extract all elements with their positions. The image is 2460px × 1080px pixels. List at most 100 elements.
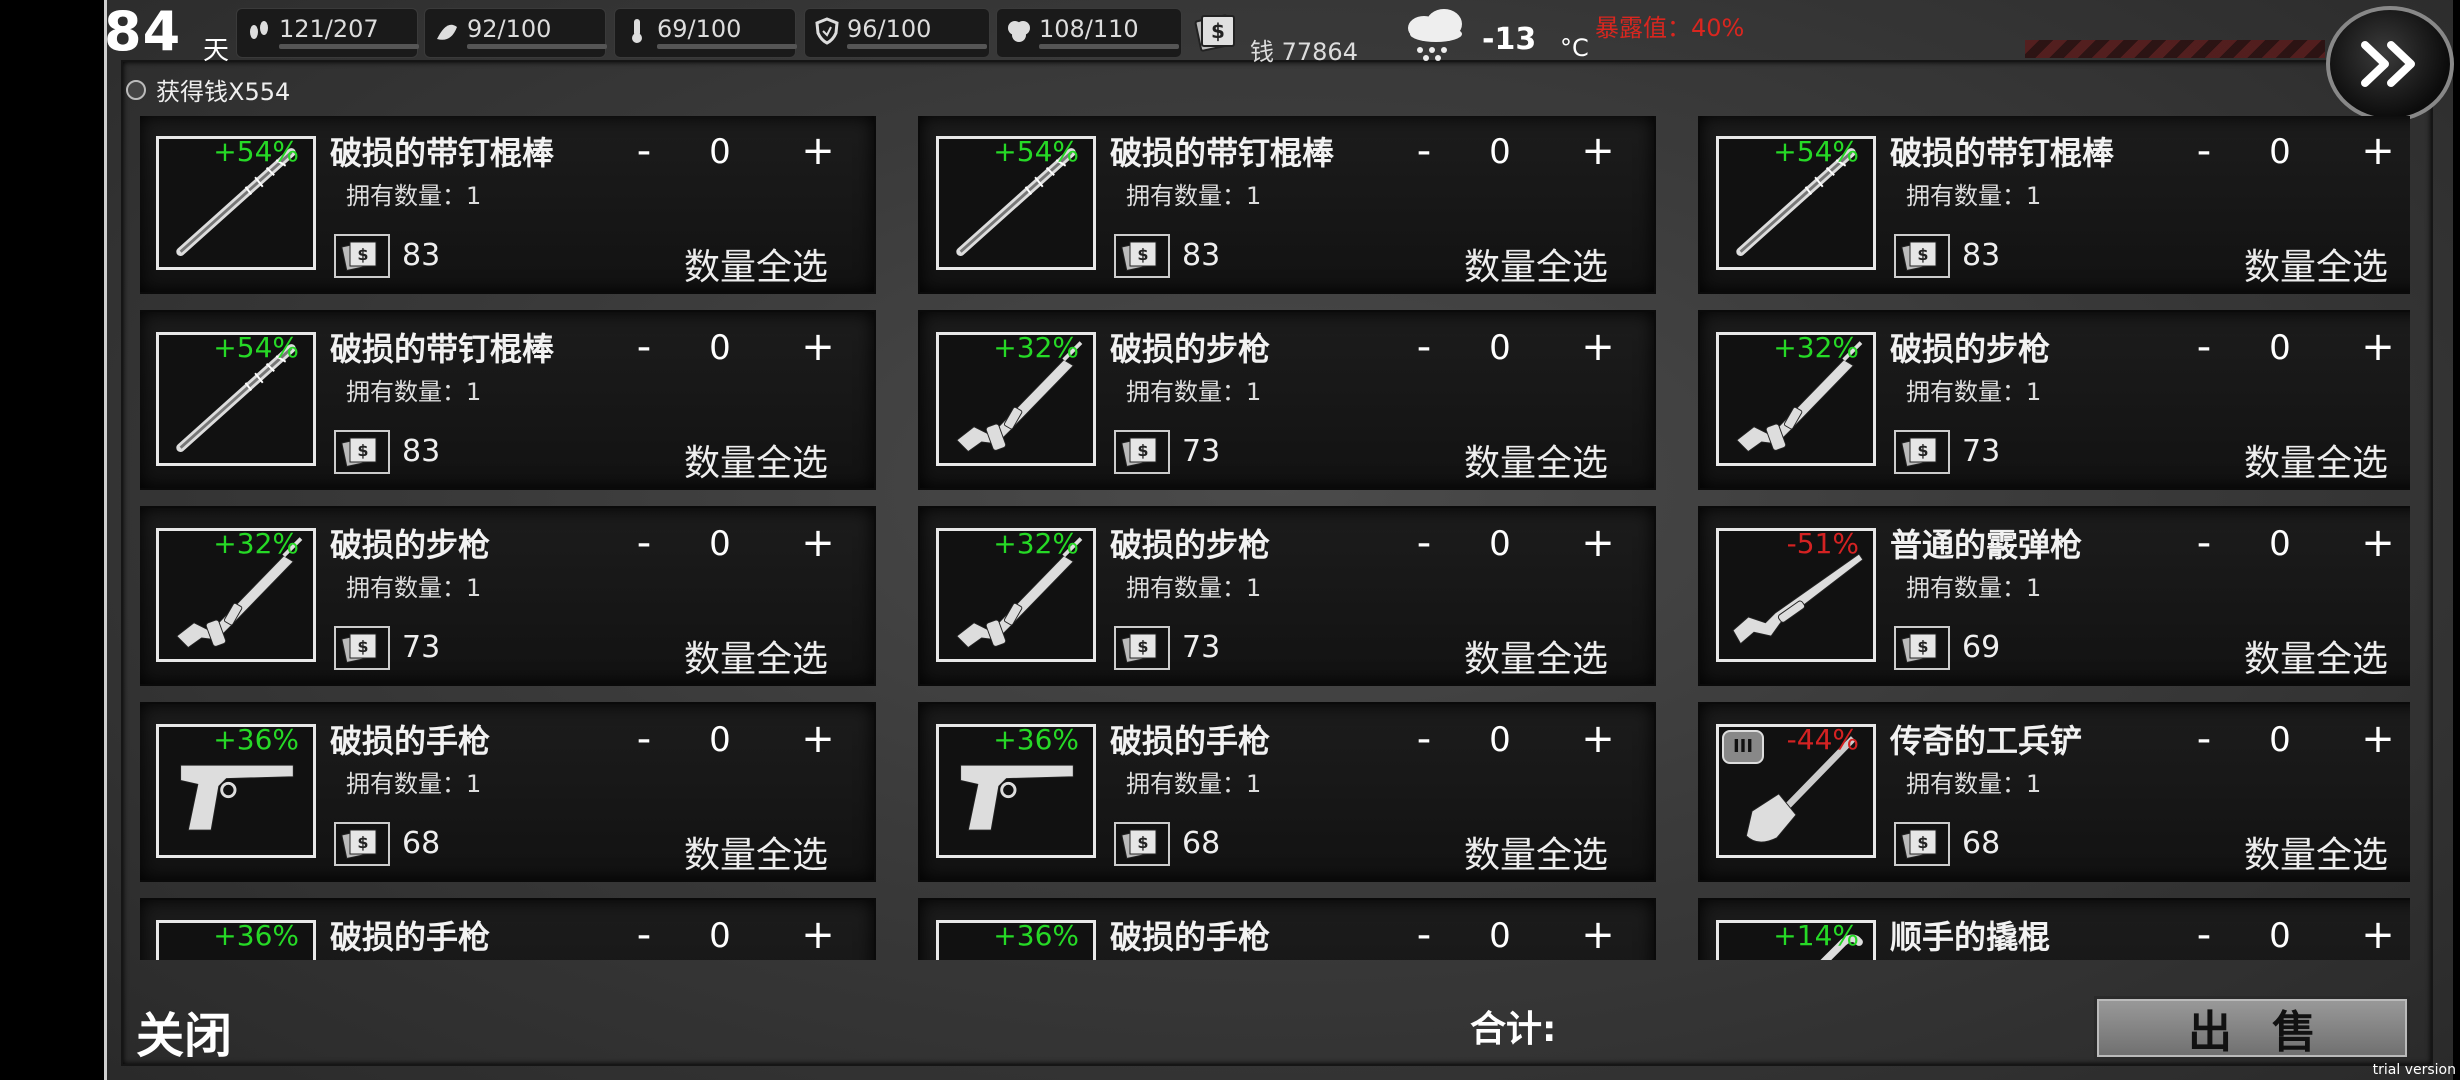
decrease-button[interactable]: - (624, 520, 664, 566)
select-all-button[interactable]: 数量全选 (2244, 238, 2388, 290)
durability-percent: +32% (1773, 331, 1859, 364)
decrease-button[interactable]: - (624, 716, 664, 762)
item-grid: +54% 破损的带钉棍棒 拥有数量：1 $ 83 - 0 + 数量全选 +54%… (140, 116, 2410, 960)
item-name: 破损的带钉棍棒 (330, 330, 555, 368)
decrease-button[interactable]: - (2184, 128, 2224, 174)
money-icon: $ (1192, 8, 1240, 56)
item-thumbnail[interactable]: -51% (1716, 527, 1876, 662)
item-name: 破损的手枪 (1110, 722, 1271, 760)
select-all-button[interactable]: 数量全选 (1464, 238, 1608, 290)
item-name: 破损的步枪 (1890, 330, 2051, 368)
decrease-button[interactable]: - (1404, 128, 1444, 174)
decrease-button[interactable]: - (2184, 324, 2224, 370)
select-all-button[interactable]: 数量全选 (1464, 434, 1608, 486)
durability-percent: +14% (1773, 919, 1859, 952)
durability-percent: -44% (1786, 723, 1859, 756)
item-thumbnail[interactable]: +54% (1716, 135, 1876, 270)
decrease-button[interactable]: - (1404, 912, 1444, 958)
item-thumbnail[interactable]: +36% (156, 723, 316, 858)
increase-button[interactable]: + (1578, 716, 1618, 762)
quantity-value: 0 (709, 916, 731, 956)
durability-percent: +32% (213, 527, 299, 560)
sell-button[interactable]: 出售 (2094, 996, 2410, 1060)
quantity-value: 0 (709, 132, 731, 172)
decrease-button[interactable]: - (624, 128, 664, 174)
stat-sanity: 108/110 (996, 8, 1182, 58)
stat-bar (847, 44, 987, 49)
item-card: III -44% 传奇的工兵铲 拥有数量：1 $ 68 - 0 + 数量全选 (1700, 704, 2410, 880)
stat-temperature-value: 69/100 (657, 15, 742, 43)
increase-button[interactable]: + (2358, 128, 2398, 174)
decrease-button[interactable]: - (2184, 912, 2224, 958)
durability-percent: +36% (993, 919, 1079, 952)
item-owned-count: 拥有数量：1 (1906, 574, 2042, 602)
increase-button[interactable]: + (798, 716, 838, 762)
svg-text:$: $ (1137, 245, 1148, 264)
item-thumbnail[interactable]: +36% (156, 919, 316, 960)
increase-button[interactable]: + (2358, 716, 2398, 762)
item-card: +32% 破损的步枪 拥有数量：1 $ 73 - 0 + 数量全选 (140, 508, 874, 684)
thermometer-icon (623, 17, 651, 45)
quantity-value: 0 (1489, 720, 1511, 760)
select-all-button[interactable]: 数量全选 (684, 826, 828, 878)
watermark: trial version (2372, 1062, 2456, 1078)
select-all-button[interactable]: 数量全选 (684, 630, 828, 682)
increase-button[interactable]: + (798, 912, 838, 958)
decrease-button[interactable]: - (624, 324, 664, 370)
increase-button[interactable]: + (1578, 520, 1618, 566)
temperature-unit: °C (1560, 34, 1589, 62)
item-thumbnail[interactable]: +54% (156, 331, 316, 466)
svg-text:$: $ (1917, 245, 1928, 264)
stat-bar (279, 44, 419, 49)
item-thumbnail[interactable]: +14% (1716, 919, 1876, 960)
item-thumbnail[interactable]: +54% (936, 135, 1096, 270)
tier-badge: III (1722, 730, 1764, 764)
select-all-button[interactable]: 数量全选 (1464, 826, 1608, 878)
money-icon: $ (334, 430, 390, 474)
item-thumbnail[interactable]: +54% (156, 135, 316, 270)
item-thumbnail[interactable]: +32% (1716, 331, 1876, 466)
item-card: +36% 破损的手枪 拥有数量：1 $ 68 - 0 + 数量全选 (140, 704, 874, 880)
increase-button[interactable]: + (798, 128, 838, 174)
item-card: +36% 破损的手枪 拥有数量：1 $ 68 - 0 + 数量全选 (920, 704, 1654, 880)
increase-button[interactable]: + (798, 324, 838, 370)
item-thumbnail[interactable]: +32% (156, 527, 316, 662)
select-all-button[interactable]: 数量全选 (1464, 630, 1608, 682)
decrease-button[interactable]: - (2184, 716, 2224, 762)
decrease-button[interactable]: - (1404, 520, 1444, 566)
increase-button[interactable]: + (1578, 912, 1618, 958)
item-card: +54% 破损的带钉棍棒 拥有数量：1 $ 83 - 0 + 数量全选 (1700, 116, 2410, 292)
decrease-button[interactable]: - (1404, 716, 1444, 762)
select-all-button[interactable]: 数量全选 (2244, 630, 2388, 682)
day-unit: 天 (203, 36, 230, 66)
increase-button[interactable]: + (2358, 324, 2398, 370)
increase-button[interactable]: + (798, 520, 838, 566)
quantity-value: 0 (709, 524, 731, 564)
decrease-button[interactable]: - (624, 912, 664, 958)
select-all-button[interactable]: 数量全选 (2244, 434, 2388, 486)
decrease-button[interactable]: - (2184, 520, 2224, 566)
item-owned-count: 拥有数量：1 (1126, 378, 1262, 406)
footprints-icon (245, 17, 273, 45)
select-all-button[interactable]: 数量全选 (2244, 826, 2388, 878)
item-thumbnail[interactable]: +36% (936, 723, 1096, 858)
item-thumbnail[interactable]: III -44% (1716, 723, 1876, 858)
select-all-button[interactable]: 数量全选 (684, 238, 828, 290)
durability-percent: +32% (993, 331, 1079, 364)
brain-icon (1005, 17, 1033, 45)
increase-button[interactable]: + (2358, 520, 2398, 566)
increase-button[interactable]: + (1578, 324, 1618, 370)
temperature-value: -13 (1482, 22, 1537, 57)
item-thumbnail[interactable]: +36% (936, 919, 1096, 960)
increase-button[interactable]: + (1578, 128, 1618, 174)
item-thumbnail[interactable]: +32% (936, 331, 1096, 466)
durability-percent: +36% (993, 723, 1079, 756)
increase-button[interactable]: + (2358, 912, 2398, 958)
skip-forward-button[interactable] (2326, 6, 2454, 122)
stat-sanity-value: 108/110 (1039, 15, 1139, 43)
item-thumbnail[interactable]: +32% (936, 527, 1096, 662)
select-all-button[interactable]: 数量全选 (684, 434, 828, 486)
decrease-button[interactable]: - (1404, 324, 1444, 370)
close-button[interactable]: 关闭 (136, 996, 232, 1066)
money-icon: $ (334, 626, 390, 670)
